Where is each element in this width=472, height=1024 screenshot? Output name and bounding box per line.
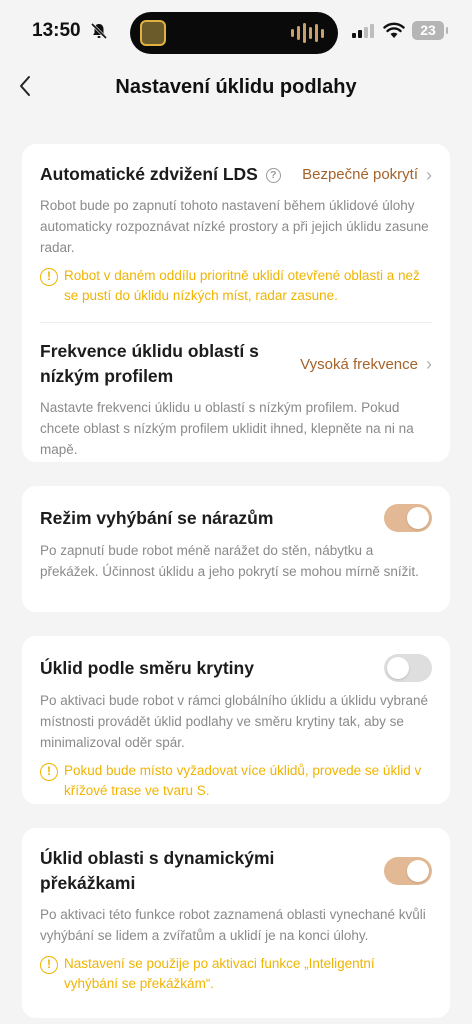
dynamic-obstacles-card: Úklid oblasti s dynamickými překážkami P… bbox=[22, 828, 450, 1018]
frequency-title: Frekvence úklidu oblastí s nízkým profil… bbox=[40, 341, 259, 386]
chevron-right-icon: › bbox=[426, 164, 432, 185]
floor-direction-title: Úklid podle směru krytiny bbox=[40, 657, 254, 678]
lds-settings-card: Automatické zdvižení LDS? Bezpečné pokry… bbox=[22, 144, 450, 462]
divider bbox=[40, 322, 432, 323]
exclamation-circle-icon: ! bbox=[40, 763, 58, 781]
floor-direction-warning: ! Pokud bude místo vyžadovat více úklidů… bbox=[40, 761, 432, 801]
dynamic-obstacles-warning-text: Nastavení se použije po aktivaci funkce … bbox=[64, 956, 375, 991]
dynamic-obstacles-description: Po aktivaci této funkce robot zaznamená … bbox=[40, 907, 426, 943]
floor-direction-row: Úklid podle směru krytiny bbox=[40, 654, 432, 682]
floor-direction-warning-text: Pokud bude místo vyžadovat více úklidů, … bbox=[64, 763, 422, 798]
status-time: 13:50 bbox=[32, 20, 81, 41]
lds-title-wrap: Automatické zdvižení LDS? bbox=[40, 162, 281, 187]
floor-direction-card: Úklid podle směru krytiny Po aktivaci bu… bbox=[22, 636, 450, 804]
collision-description: Po zapnutí bude robot méně narážet do st… bbox=[40, 543, 419, 579]
dynamic-island[interactable] bbox=[130, 12, 338, 54]
lds-title: Automatické zdvižení LDS bbox=[40, 164, 258, 184]
lds-row[interactable]: Automatické zdvižení LDS? Bezpečné pokry… bbox=[40, 162, 432, 187]
collision-title: Režim vyhýbání se nárazům bbox=[40, 507, 274, 528]
lds-value: Bezpečné pokrytí bbox=[302, 166, 418, 183]
lds-description: Robot bude po zapnutí tohoto nastavení b… bbox=[40, 198, 429, 255]
lds-warning: ! Robot v daném oddílu prioritně uklidí … bbox=[40, 266, 432, 306]
app-thumbnail-icon bbox=[140, 20, 166, 46]
page-title: Nastavení úklidu podlahy bbox=[115, 76, 357, 98]
bell-slash-icon bbox=[90, 22, 108, 40]
dynamic-obstacles-warning: ! Nastavení se použije po aktivaci funkc… bbox=[40, 954, 432, 994]
chevron-right-icon: › bbox=[426, 354, 432, 374]
wifi-icon bbox=[383, 22, 405, 38]
status-bar: 13:50 23 bbox=[0, 0, 472, 64]
toggle-knob bbox=[407, 860, 429, 882]
page-header: Nastavení úklidu podlahy bbox=[0, 64, 472, 112]
toggle-knob bbox=[387, 657, 409, 679]
floor-direction-description: Po aktivaci bude robot v rámci globálníh… bbox=[40, 693, 428, 750]
battery-indicator: 23 bbox=[412, 21, 448, 40]
floor-direction-toggle[interactable] bbox=[384, 654, 432, 682]
collision-card: Režim vyhýbání se nárazům Po zapnutí bud… bbox=[22, 486, 450, 612]
lds-warning-text: Robot v daném oddílu prioritně uklidí ot… bbox=[64, 268, 420, 303]
audio-wave-icon bbox=[291, 22, 324, 44]
frequency-row[interactable]: Frekvence úklidu oblastí s nízkým profil… bbox=[40, 339, 432, 389]
lds-value-wrap[interactable]: Bezpečné pokrytí › bbox=[302, 166, 432, 184]
dynamic-obstacles-toggle[interactable] bbox=[384, 857, 432, 885]
dynamic-obstacles-row: Úklid oblasti s dynamickými překážkami bbox=[40, 846, 432, 896]
frequency-description: Nastavte frekvenci úklidu u oblastí s ní… bbox=[40, 400, 414, 457]
cellular-signal-icon bbox=[352, 24, 374, 38]
dynamic-obstacles-title: Úklid oblasti s dynamickými překážkami bbox=[40, 848, 275, 893]
toggle-knob bbox=[407, 507, 429, 529]
frequency-value-wrap[interactable]: Vysoká frekvence › bbox=[300, 355, 432, 373]
collision-toggle[interactable] bbox=[384, 504, 432, 532]
question-circle-icon[interactable]: ? bbox=[265, 168, 281, 183]
exclamation-circle-icon: ! bbox=[40, 956, 58, 974]
exclamation-circle-icon: ! bbox=[40, 268, 58, 286]
frequency-value: Vysoká frekvence bbox=[300, 355, 418, 373]
collision-row: Režim vyhýbání se nárazům bbox=[40, 504, 432, 532]
